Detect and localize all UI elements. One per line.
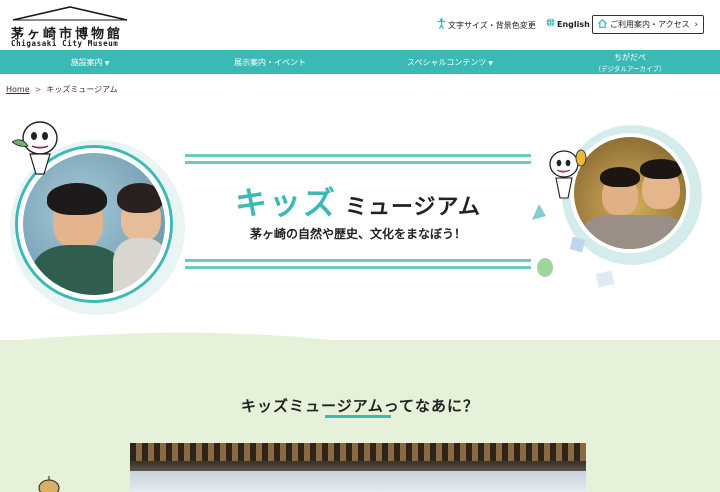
nav-item-facility-label: 施設案内 xyxy=(70,57,103,67)
hero-title: キッズ ミュージアム xyxy=(185,178,531,224)
site-logo[interactable]: 茅ヶ崎市博物館 Chigasaki City Museum xyxy=(11,5,131,48)
decorative-triangle xyxy=(532,204,546,220)
language-label: English xyxy=(557,19,590,29)
hero-subtitle: 茅ヶ崎の自然や歴史、文化をまなぼう！ xyxy=(249,227,466,241)
hero-stripe xyxy=(185,161,531,164)
nav-item-exhibitions-label: 展示案内・イベント xyxy=(234,57,306,67)
hero-title-kids: キッズ xyxy=(234,184,337,222)
museum-roof-icon xyxy=(12,6,128,21)
nav-item-special-contents[interactable]: スペシャルコンテンツ ▼ xyxy=(360,50,540,74)
logo-english: Chigasaki City Museum xyxy=(11,39,119,48)
access-info-button[interactable]: ご利用案内・アクセス › xyxy=(592,15,704,34)
hero-stripe xyxy=(185,154,531,157)
hero-banner: キッズ ミュージアム 茅ヶ崎の自然や歴史、文化をまなぼう！ xyxy=(0,100,720,350)
hero-title-museum: ミュージアム xyxy=(344,195,482,220)
breadcrumb-current: キッズミュージアム xyxy=(46,85,118,94)
museum-interior-photo xyxy=(130,443,586,492)
language-link[interactable]: English xyxy=(546,18,590,30)
nav-item-special-contents-label: スペシャルコンテンツ xyxy=(407,57,487,67)
breadcrumb-home-link[interactable]: Home xyxy=(6,85,30,94)
decorative-square xyxy=(595,270,615,288)
nav-item-digital-archive[interactable]: ちがだぺ （デジタルアーカイブ） xyxy=(540,50,720,74)
section-heading: キッズミュージアムってなあに？ xyxy=(241,397,479,415)
font-size-setting-link[interactable]: 文字サイズ・背景色変更 xyxy=(437,18,536,32)
font-size-setting-label: 文字サイズ・背景色変更 xyxy=(448,20,536,30)
mascot-bottom-illustration xyxy=(38,476,60,492)
nav-item-digital-archive-label: ちがだぺ xyxy=(614,52,646,62)
nav-item-digital-archive-sublabel: （デジタルアーカイブ） xyxy=(594,64,666,73)
breadcrumb: Home > キッズミュージアム xyxy=(6,84,118,95)
hero-stripe xyxy=(185,259,531,262)
nav-item-facility[interactable]: 施設案内 ▼ xyxy=(0,50,180,74)
kids-at-exhibit-photo xyxy=(570,133,690,253)
caret-down-icon: ▼ xyxy=(488,59,493,67)
mascot-left-illustration xyxy=(12,121,58,175)
nav-item-exhibitions[interactable]: 展示案内・イベント xyxy=(180,50,360,74)
decorative-ellipse xyxy=(537,258,553,277)
home-icon xyxy=(598,18,607,31)
breadcrumb-separator: > xyxy=(34,85,42,94)
access-info-label: ご利用案内・アクセス xyxy=(610,20,690,29)
caret-down-icon: ▼ xyxy=(104,59,110,67)
global-nav: 施設案内 ▼ 展示案内・イベント スペシャルコンテンツ ▼ ちがだぺ （デジタルアー… xyxy=(0,50,720,74)
accessibility-icon xyxy=(437,18,446,32)
hero-stripe xyxy=(185,266,531,269)
site-header: 茅ヶ崎市博物館 Chigasaki City Museum 文字サイズ・背景色変… xyxy=(0,0,720,50)
chevron-right-icon: › xyxy=(694,19,698,30)
decorative-square xyxy=(569,236,586,253)
section-heading-underline xyxy=(325,415,391,418)
mascot-right-illustration xyxy=(549,149,587,199)
globe-icon xyxy=(546,18,555,30)
